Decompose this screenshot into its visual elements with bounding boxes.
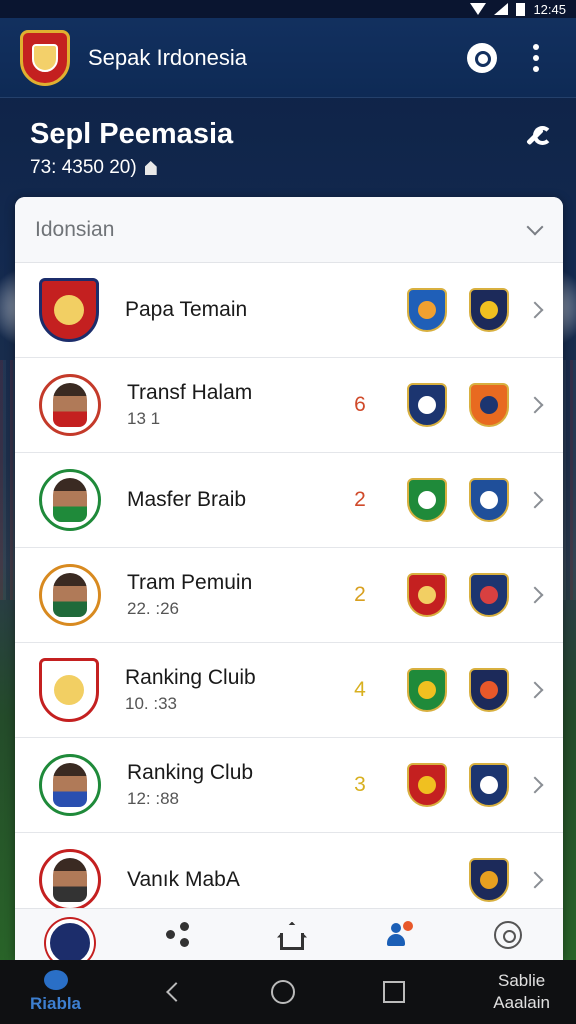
chevron-right-icon xyxy=(526,491,544,509)
search-button[interactable] xyxy=(462,38,502,78)
app-icon xyxy=(43,970,68,990)
wrench-icon[interactable] xyxy=(522,124,552,148)
nav-players[interactable] xyxy=(371,913,427,957)
player-icon xyxy=(385,920,413,949)
system-app-label: Riabla xyxy=(30,994,82,1013)
home-button-icon[interactable] xyxy=(271,980,296,1004)
club-badge-blue-icon xyxy=(469,478,509,522)
list-item-meta: 12: :88 xyxy=(127,789,179,808)
list-item-text: Papa Temain xyxy=(125,298,345,322)
status-bar: 12:45 xyxy=(0,0,576,18)
section-title: Sepl Peemasia xyxy=(30,118,234,150)
list-item-name: Ranking Club xyxy=(127,761,254,784)
nav-matches[interactable] xyxy=(480,913,536,957)
more-vert-icon xyxy=(533,43,539,72)
chevron-right-icon xyxy=(526,681,544,699)
list-item-count: 6 xyxy=(354,393,366,416)
battery-icon xyxy=(516,2,526,16)
list-item-count: 4 xyxy=(354,678,366,701)
player-avatar xyxy=(39,849,101,911)
list-item-text: Ranking Club 12: :88 xyxy=(127,761,345,809)
chevron-right-icon xyxy=(526,301,544,319)
nav-home[interactable] xyxy=(261,913,317,957)
club-badge-navy-icon xyxy=(469,668,509,712)
chevron-right-icon xyxy=(526,871,544,889)
chevron-right-icon xyxy=(526,776,544,794)
player-avatar xyxy=(39,374,101,436)
system-right-label-1: Sablie xyxy=(498,971,546,990)
list-item-name: Ranking Cluib xyxy=(125,666,256,689)
app-logo[interactable] xyxy=(20,29,70,86)
club-badge-red-icon xyxy=(407,573,447,617)
list-card: Idonsian Papa Temain Transf Halam 13 1 6 Mas… xyxy=(15,197,563,960)
list-item-meta: 22. :26 xyxy=(127,599,179,618)
list-item-name: Tram Pemuin xyxy=(127,571,253,594)
club-badge-blue-icon xyxy=(407,288,447,332)
list-item-text: Transf Halam 13 1 xyxy=(127,381,345,429)
club-badge-stripes-icon xyxy=(469,763,509,807)
club-badge-navy-icon xyxy=(469,858,509,902)
player-avatar xyxy=(39,754,101,816)
list-item-name: Papa Temain xyxy=(125,298,248,321)
system-nav-bar: Riabla Sablie Aaalain xyxy=(0,960,576,1024)
list-item-name: Transf Halam xyxy=(127,381,253,404)
club-badge-navy-icon xyxy=(469,288,509,332)
status-time: 12:45 xyxy=(533,1,566,17)
system-app-button[interactable]: Riabla xyxy=(30,970,81,1014)
recents-icon[interactable] xyxy=(383,981,406,1003)
ball-icon xyxy=(494,920,523,949)
system-right-label-2: Aaalain xyxy=(493,993,550,1012)
nav-club[interactable] xyxy=(42,913,98,967)
signal-icon xyxy=(494,3,509,15)
list-item-count: 2 xyxy=(354,583,366,606)
system-right-label[interactable]: Sablie Aaalain xyxy=(493,970,550,1014)
list-item[interactable]: Tram Pemuin 22. :26 2 xyxy=(15,548,563,643)
list-item[interactable]: Ranking Cluib 10. :33 4 xyxy=(15,643,563,738)
list-item[interactable]: Papa Temain xyxy=(15,263,563,358)
club-crest-avatar xyxy=(39,658,99,722)
club-badge-green-icon xyxy=(407,668,447,712)
list-item-text: Ranking Cluib 10. :33 xyxy=(125,666,345,714)
app-bar: Sepak Irdonesia xyxy=(0,18,576,98)
share-icon xyxy=(166,921,192,948)
dropdown-label: Idonsian xyxy=(35,217,115,241)
list-item-count: 3 xyxy=(354,773,366,796)
list-item-text: Vanık MabA xyxy=(127,868,345,892)
list-item[interactable]: Transf Halam 13 1 6 xyxy=(15,358,563,453)
club-crest-avatar xyxy=(39,278,99,342)
club-badge-stripes-icon xyxy=(469,573,509,617)
more-options-button[interactable] xyxy=(516,38,556,78)
search-icon xyxy=(467,42,497,73)
home-icon xyxy=(275,922,304,950)
list-item-name: Vanık MabA xyxy=(127,868,240,891)
list-item[interactable]: Ranking Club 12: :88 3 xyxy=(15,738,563,833)
chevron-down-icon xyxy=(526,218,544,235)
tag-icon xyxy=(144,161,157,175)
list-item[interactable]: Masfer Braib 2 xyxy=(15,453,563,548)
league-dropdown[interactable]: Idonsian xyxy=(15,197,563,263)
club-badge-orange-icon xyxy=(469,383,509,427)
chevron-right-icon xyxy=(526,586,544,604)
list-item-meta: 13 1 xyxy=(127,409,161,428)
nav-share[interactable] xyxy=(151,913,207,957)
club-badge-green-icon xyxy=(407,478,447,522)
chevron-right-icon xyxy=(526,396,544,414)
wifi-icon xyxy=(470,3,487,15)
section-subtitle-text: 73: 4350 20) xyxy=(30,157,137,178)
list: Papa Temain Transf Halam 13 1 6 Masfer Braib… xyxy=(15,263,563,928)
back-icon[interactable] xyxy=(166,982,186,1002)
list-item-meta: 10. :33 xyxy=(125,694,177,713)
list-item-name: Masfer Braib xyxy=(127,488,247,511)
list-item-count: 2 xyxy=(354,488,366,511)
list-item-text: Masfer Braib xyxy=(127,488,345,512)
player-avatar xyxy=(39,469,101,531)
club-badge-navy-icon xyxy=(407,383,447,427)
app-title: Sepak Irdonesia xyxy=(88,44,247,70)
section-subtitle: 73: 4350 20) xyxy=(30,157,157,179)
player-avatar xyxy=(39,564,101,626)
list-item-text: Tram Pemuin 22. :26 xyxy=(127,571,345,619)
bottom-nav xyxy=(15,908,563,967)
club-badge-red-icon xyxy=(407,763,447,807)
